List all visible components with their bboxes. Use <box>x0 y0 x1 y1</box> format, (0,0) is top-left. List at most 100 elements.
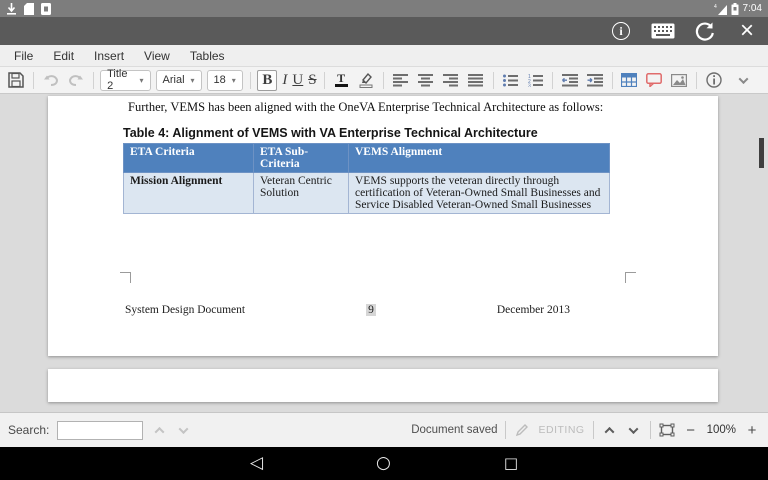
table-header-cell: ETA Sub-Criteria <box>253 143 349 173</box>
home-button[interactable]: ○ <box>376 455 391 472</box>
bulleted-list-icon <box>502 74 518 86</box>
info-button[interactable]: i <box>608 19 634 43</box>
decrease-indent-button[interactable] <box>560 70 580 91</box>
status-separator <box>505 421 507 439</box>
menu-file[interactable]: File <box>4 45 43 67</box>
editing-mode-button[interactable] <box>514 420 530 440</box>
increase-indent-button[interactable] <box>585 70 605 91</box>
svg-text:4: 4 <box>714 4 717 10</box>
redo-button[interactable] <box>66 70 86 91</box>
status-bar-system: 4 7:04 <box>714 2 762 15</box>
menu-tables[interactable]: Tables <box>180 45 235 67</box>
page-number-field: 9 <box>366 304 376 316</box>
zoom-in-button[interactable]: + <box>744 420 760 440</box>
close-button[interactable]: × <box>734 19 760 43</box>
strikethrough-button[interactable]: S <box>308 71 316 90</box>
refresh-button[interactable] <box>692 19 718 43</box>
caret-down-icon: ▾ <box>231 75 236 85</box>
bulleted-list-button[interactable] <box>500 70 520 91</box>
recents-button[interactable]: □ <box>504 455 518 472</box>
pencil-icon <box>516 424 529 437</box>
align-center-icon <box>418 73 434 86</box>
search-previous-button[interactable] <box>151 420 167 440</box>
chevron-up-icon <box>604 426 615 437</box>
document-page-1[interactable]: Further, VEMS has been aligned with the … <box>48 96 718 356</box>
formatting-toolbar: Title 2 ▾ Arial ▾ 18 ▾ B I U S T 1 2 3 <box>0 67 768 94</box>
italic-button[interactable]: I <box>282 71 287 90</box>
info-icon: i <box>612 22 630 40</box>
status-bar-notifications <box>6 2 51 15</box>
menu-insert[interactable]: Insert <box>84 45 134 67</box>
toolbar-separator <box>492 71 494 89</box>
zoom-out-button[interactable]: − <box>683 420 699 440</box>
insert-table-button[interactable] <box>619 70 639 91</box>
fit-page-button[interactable] <box>659 420 675 440</box>
table-cell: VEMS supports the veteran directly throu… <box>348 172 610 214</box>
font-size-dropdown[interactable]: 18 ▾ <box>206 69 243 91</box>
align-justify-button[interactable] <box>466 70 486 91</box>
comment-button[interactable] <box>644 70 664 91</box>
bold-button[interactable]: B <box>257 69 278 91</box>
increase-indent-icon <box>586 73 603 86</box>
save-icon <box>8 72 24 88</box>
body-paragraph: Further, VEMS has been aligned with the … <box>128 100 604 114</box>
search-input[interactable] <box>57 420 144 440</box>
highlight-color-button[interactable] <box>356 70 376 91</box>
back-button[interactable]: ◁ <box>250 455 263 472</box>
page-footer: System Design Document 9 December 2013 <box>125 304 570 316</box>
menu-view[interactable]: View <box>134 45 180 67</box>
text-color-swatch <box>334 84 348 87</box>
redo-icon <box>68 74 83 86</box>
paragraph-style-dropdown[interactable]: Title 2 ▾ <box>100 68 151 92</box>
undo-button[interactable] <box>41 70 61 91</box>
align-right-button[interactable] <box>441 70 461 91</box>
decrease-indent-icon <box>561 73 578 86</box>
previous-page-button[interactable] <box>602 420 618 440</box>
next-page-button[interactable] <box>626 420 642 440</box>
chevron-down-icon <box>628 423 639 434</box>
numbered-list-icon: 123 <box>528 74 543 87</box>
search-next-button[interactable] <box>175 420 191 440</box>
close-icon: × <box>739 17 754 44</box>
table-header-cell: ETA Criteria <box>123 143 254 173</box>
comment-icon <box>646 73 663 87</box>
vertical-scrollbar-thumb[interactable] <box>759 138 764 168</box>
document-info-button[interactable] <box>704 70 724 91</box>
document-info-icon <box>706 72 722 88</box>
download-icon <box>7 2 16 15</box>
search-label: Search: <box>8 423 50 437</box>
underline-button[interactable]: U <box>292 71 303 90</box>
align-left-button[interactable] <box>391 70 411 91</box>
menu-bar: File Edit Insert View Tables <box>0 45 768 67</box>
table-caption: Table 4: Alignment of VEMS with VA Enter… <box>123 126 538 140</box>
text-color-button[interactable]: T <box>331 70 351 91</box>
image-icon <box>671 73 688 87</box>
svg-text:3: 3 <box>528 83 531 87</box>
font-family-dropdown[interactable]: Arial ▾ <box>155 69 202 91</box>
save-status-text: Document saved <box>411 424 498 436</box>
sd-card-icon <box>24 2 34 15</box>
signal-icon: 4 <box>714 4 727 15</box>
chevron-down-icon <box>739 73 749 84</box>
toolbar-collapse-button[interactable] <box>734 70 754 91</box>
margin-corner-mark <box>625 272 636 283</box>
document-canvas[interactable]: Further, VEMS has been aligned with the … <box>0 94 768 412</box>
app-notification-icon <box>41 2 51 15</box>
margin-corner-mark <box>120 272 131 283</box>
keyboard-button[interactable] <box>650 19 676 43</box>
android-nav-bar: ◁ ○ □ <box>0 447 768 480</box>
document-page-2[interactable] <box>48 369 718 402</box>
footer-right-text: December 2013 <box>496 304 570 316</box>
status-separator <box>592 421 594 439</box>
numbered-list-button[interactable]: 123 <box>525 70 545 91</box>
clock: 7:04 <box>742 3 762 14</box>
fit-page-icon <box>659 423 675 437</box>
save-button[interactable] <box>6 70 26 91</box>
document-table[interactable]: ETA Criteria ETA Sub-Criteria VEMS Align… <box>123 143 610 214</box>
table-cell: Mission Alignment <box>123 172 254 214</box>
toolbar-separator <box>33 71 34 89</box>
align-center-button[interactable] <box>416 70 436 91</box>
insert-image-button[interactable] <box>669 70 689 91</box>
menu-edit[interactable]: Edit <box>43 45 84 67</box>
zoom-level: 100% <box>706 424 736 436</box>
